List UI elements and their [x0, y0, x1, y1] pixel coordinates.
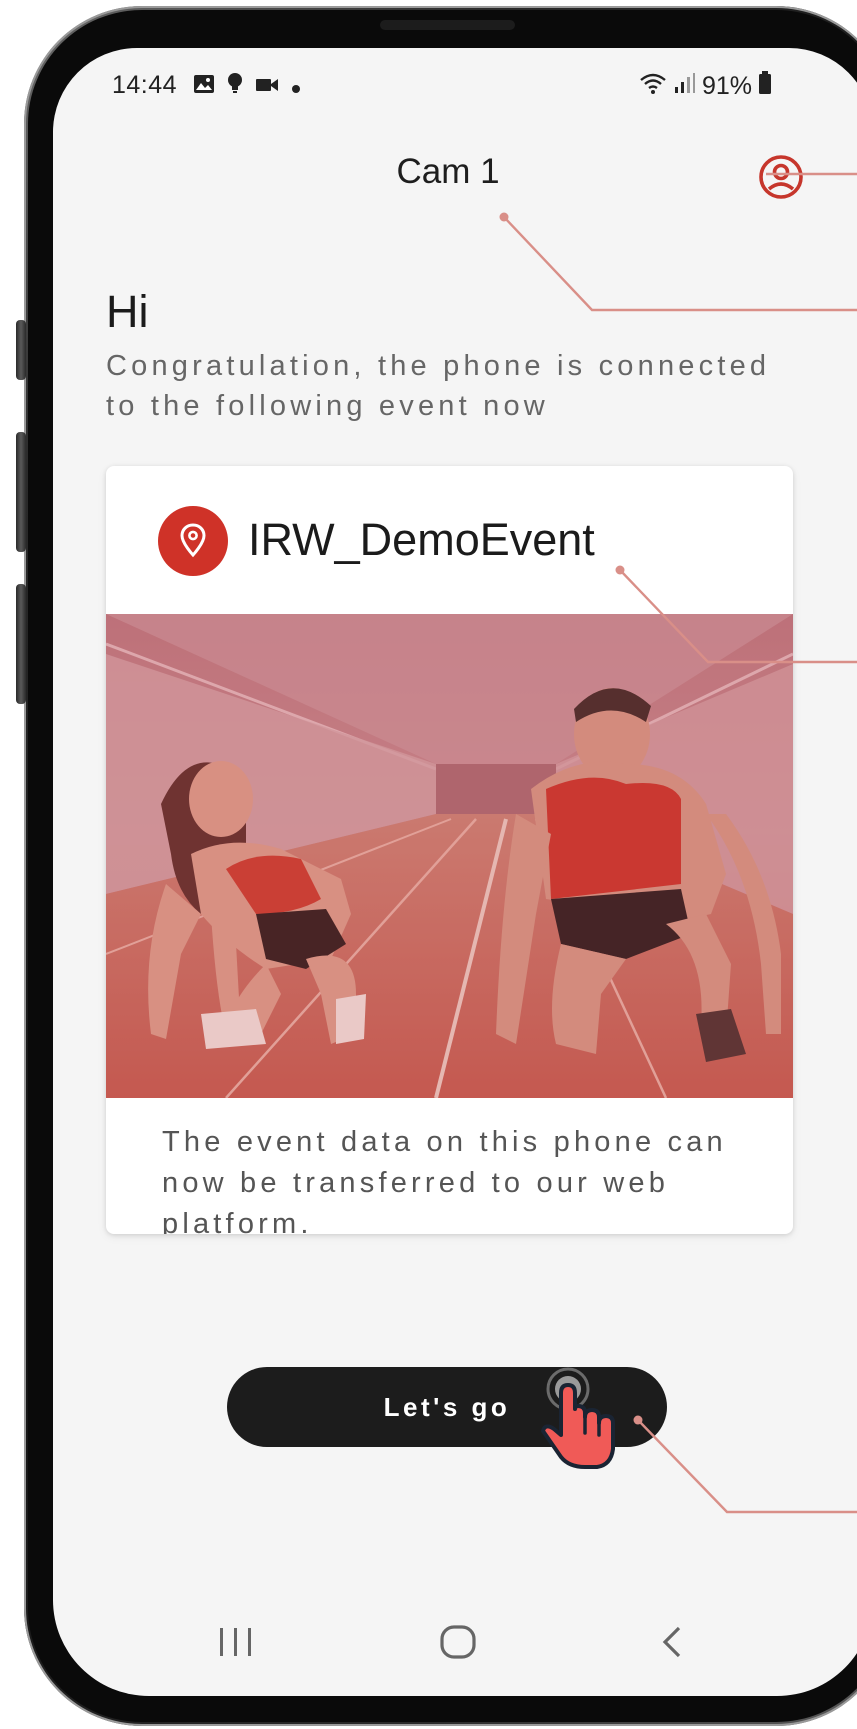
tap-hand-icon: [537, 1363, 627, 1473]
phone-screen: 14:44 91% Cam 1 Hi Congratulation, the p…: [53, 48, 857, 1696]
battery-icon: [758, 71, 772, 102]
greeting-heading: Hi: [106, 286, 149, 337]
side-button-volume-up: [16, 432, 26, 552]
status-bar: 14:44 91%: [53, 48, 857, 120]
wifi-icon: [638, 71, 668, 102]
home-button[interactable]: [432, 1620, 482, 1664]
signal-icon: [674, 72, 696, 101]
event-description: The event data on this phone can now be …: [162, 1126, 727, 1234]
status-time: 14:44: [112, 71, 178, 99]
dot-icon: [291, 73, 301, 101]
connection-message: Congratulation, the phone is connected t…: [106, 350, 771, 422]
event-image: [106, 614, 793, 1098]
bulb-icon: [227, 72, 243, 101]
page-title: Cam 1: [396, 152, 500, 191]
side-button-volume-down: [16, 584, 26, 704]
event-card[interactable]: IRW_DemoEvent The event data on this pho…: [106, 466, 793, 1234]
image-icon: [193, 73, 215, 101]
status-right: 91%: [638, 71, 772, 102]
battery-text: 91%: [702, 72, 753, 100]
video-icon: [255, 73, 279, 101]
notification-icons: [193, 72, 301, 101]
event-name: IRW_DemoEvent: [248, 514, 595, 565]
account-circle-icon: [759, 155, 803, 199]
side-button-top: [16, 320, 26, 380]
system-nav-bar: [53, 1620, 857, 1680]
earpiece-speaker: [380, 20, 515, 30]
profile-button[interactable]: [757, 153, 805, 201]
event-card-header: IRW_DemoEvent: [106, 466, 793, 614]
home-icon: [440, 1625, 476, 1659]
recent-apps-icon: [220, 1628, 251, 1656]
back-button[interactable]: [653, 1620, 693, 1664]
recent-apps-button[interactable]: [210, 1620, 260, 1664]
back-icon: [662, 1626, 681, 1658]
stage: 14:44 91% Cam 1 Hi Congratulation, the p…: [0, 0, 857, 1729]
location-pin-icon: [158, 506, 228, 576]
